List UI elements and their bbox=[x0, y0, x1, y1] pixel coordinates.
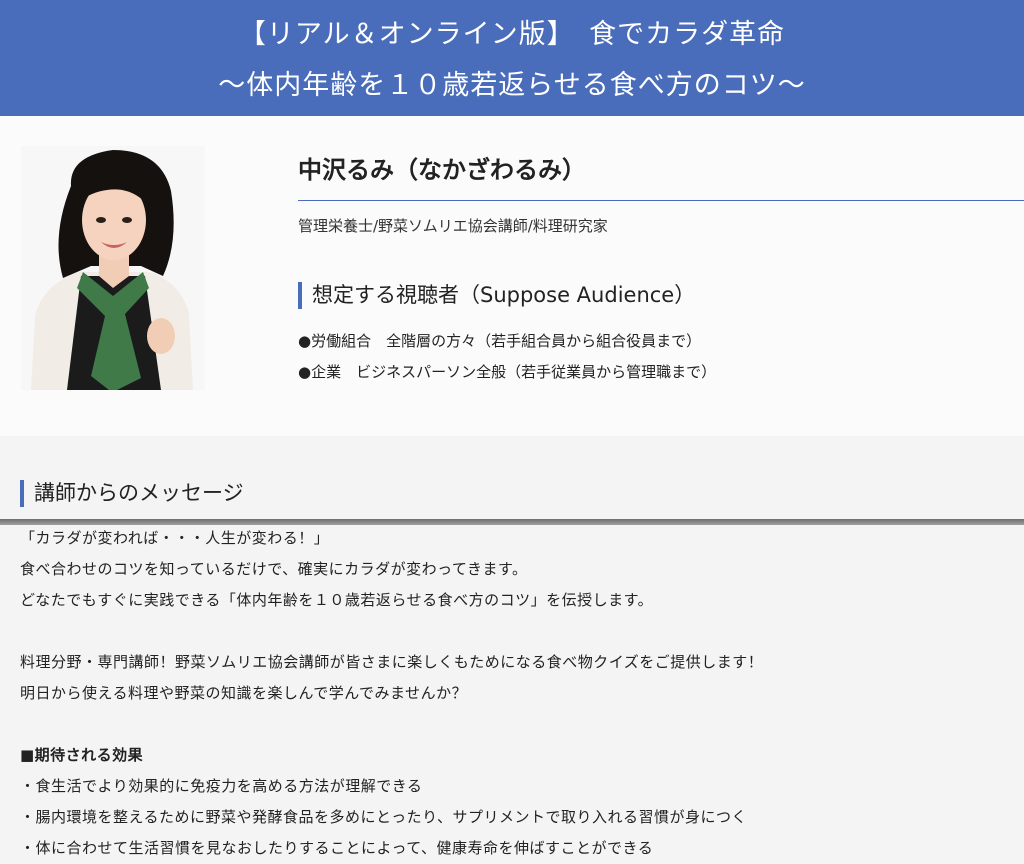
message-line: 食べ合わせのコツを知っているだけで、確実にカラダが変わってきます。 bbox=[20, 560, 528, 578]
message-body: 「カラダが変われば・・・人生が変わる！」 食べ合わせのコツを知っているだけで、確… bbox=[20, 523, 1010, 864]
audience-heading: 想定する視聴者（Suppose Audience） bbox=[298, 282, 695, 309]
message-line: 明日から使える料理や野菜の知識を楽しんで学んでみませんか？ bbox=[20, 684, 468, 702]
message-line: 「カラダが変われば・・・人生が変わる！」 bbox=[20, 529, 330, 547]
header-title: 【リアル＆オンライン版】 食でカラダ革命 bbox=[238, 19, 786, 50]
effect-item: ・腸内環境を整えるために野菜や発酵食品を多めにとったり、サプリメントで取り入れる… bbox=[20, 808, 748, 826]
message-line: 料理分野・専門講師！野菜ソムリエ協会講師が皆さまに楽しくもためになる食べ物クイズ… bbox=[20, 653, 764, 671]
instructor-profile: 中沢るみ（なかざわるみ） 管理栄養士/野菜ソムリエ協会講師/料理研究家 想定する… bbox=[0, 116, 1024, 436]
audience-item: ●企業 ビジネスパーソン全般（若手従業員から管理職まで） bbox=[298, 363, 717, 381]
instructor-photo bbox=[21, 146, 205, 390]
instructor-portrait-image bbox=[21, 146, 205, 390]
effect-item: ・体に合わせて生活習慣を見なおしたりすることによって、健康寿命を伸ばすことができ… bbox=[20, 839, 654, 857]
effect-item: ・食生活でより効果的に免疫力を高める方法が理解できる bbox=[20, 777, 423, 795]
instructor-name: 中沢るみ（なかざわるみ） bbox=[298, 156, 586, 184]
instructor-title: 管理栄養士/野菜ソムリエ協会講師/料理研究家 bbox=[298, 217, 608, 235]
message-heading: 講師からのメッセージ bbox=[20, 480, 244, 507]
page-header: 【リアル＆オンライン版】 食でカラダ革命 ～体内年齢を１０歳若返らせる食べ方のコ… bbox=[0, 0, 1024, 116]
audience-item: ●労働組合 全階層の方々（若手組合員から組合役員まで） bbox=[298, 332, 702, 350]
header-subtitle: ～体内年齢を１０歳若返らせる食べ方のコツ～ bbox=[218, 70, 806, 101]
name-divider bbox=[298, 200, 1024, 201]
effects-heading: ■期待される効果 bbox=[20, 746, 144, 764]
message-line: どなたでもすぐに実践できる「体内年齢を１０歳若返らせる食べ方のコツ」を伝授します… bbox=[20, 591, 654, 609]
